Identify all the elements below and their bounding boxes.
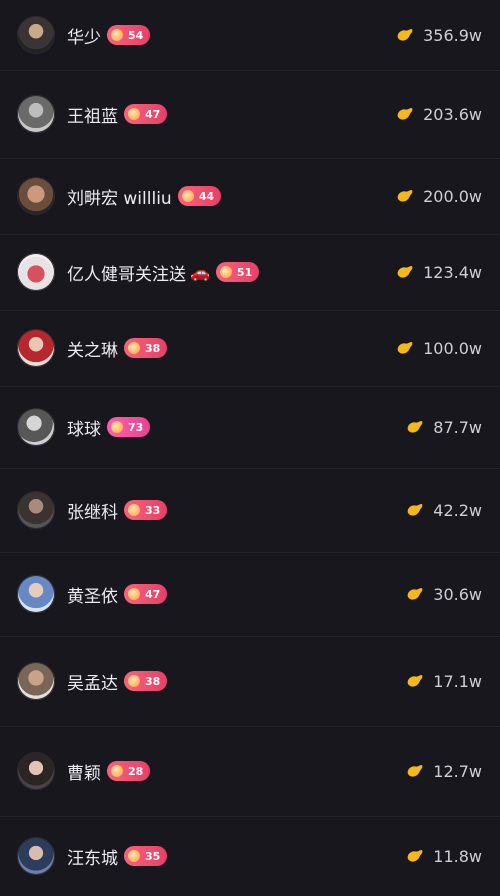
gift-amount: 200.0w — [393, 185, 482, 207]
bean-icon — [407, 420, 423, 433]
level-badge: 38 — [124, 338, 168, 358]
level-badge: 44 — [177, 186, 222, 206]
bean-icon — [407, 674, 423, 687]
flame-icon — [219, 266, 232, 278]
avatar[interactable] — [17, 837, 55, 875]
avatar[interactable] — [17, 491, 55, 529]
user-name: 曹颖 — [67, 763, 101, 784]
flame-icon — [111, 765, 123, 777]
avatar[interactable] — [17, 16, 55, 54]
avatar[interactable] — [17, 253, 55, 291]
list-item[interactable]: 张继科 33 42.2w — [0, 468, 500, 553]
flame-icon — [128, 850, 140, 862]
gift-amount: 87.7w — [403, 416, 482, 438]
avatar[interactable] — [17, 329, 55, 367]
avatar[interactable] — [17, 575, 55, 613]
avatar[interactable] — [17, 177, 55, 215]
bean-icon — [407, 764, 423, 777]
level-badge: 47 — [124, 584, 168, 604]
gift-amount: 17.1w — [403, 670, 482, 692]
bean-icon — [397, 265, 413, 278]
user-name: 王祖蓝 — [67, 106, 118, 127]
bean-icon — [407, 849, 423, 862]
list-item[interactable]: 刘畊宏 willliu 44 200.0w — [0, 158, 500, 235]
flame-icon — [111, 29, 123, 41]
level-badge: 33 — [124, 500, 168, 520]
user-name: 球球 — [67, 419, 101, 440]
flame-icon — [111, 421, 123, 433]
car-emoji-icon: 🚗 — [190, 262, 210, 282]
list-item[interactable]: 汪东城 35 11.8w — [0, 816, 500, 896]
gift-amount: 203.6w — [393, 103, 482, 125]
flame-icon — [181, 190, 194, 202]
list-item[interactable]: 球球 73 87.7w — [0, 386, 500, 469]
gift-amount: 42.2w — [403, 499, 482, 521]
avatar[interactable] — [17, 408, 55, 446]
gift-amount: 123.4w — [393, 261, 482, 283]
level-badge: 38 — [124, 671, 168, 691]
gift-amount: 11.8w — [403, 845, 482, 867]
user-name: 张继科 — [67, 502, 118, 523]
list-item[interactable]: 王祖蓝 47 203.6w — [0, 70, 500, 159]
list-item[interactable]: 亿人健哥关注送 🚗 51 123.4w — [0, 234, 500, 311]
level-badge: 51 — [215, 262, 260, 282]
level-badge: 73 — [107, 417, 151, 437]
flame-icon — [128, 588, 140, 600]
list-item[interactable]: 曹颖 28 12.7w — [0, 726, 500, 817]
level-badge: 28 — [107, 761, 151, 781]
gift-amount: 100.0w — [393, 337, 482, 359]
bean-icon — [407, 587, 423, 600]
list-item[interactable]: 吴孟达 38 17.1w — [0, 636, 500, 727]
level-badge: 35 — [124, 846, 168, 866]
avatar[interactable] — [17, 95, 55, 133]
bean-icon — [397, 341, 413, 354]
user-name: 华少 — [67, 27, 101, 48]
list-item[interactable]: 关之琳 38 100.0w — [0, 310, 500, 387]
user-name: 刘畊宏 willliu — [67, 188, 172, 209]
list-item[interactable]: 华少 54 356.9w — [0, 0, 500, 71]
gift-amount: 30.6w — [403, 583, 482, 605]
flame-icon — [128, 675, 140, 687]
user-name: 黄圣依 — [67, 586, 118, 607]
bean-icon — [397, 189, 413, 202]
bean-icon — [407, 503, 423, 516]
gift-amount: 356.9w — [393, 24, 482, 46]
flame-icon — [128, 504, 140, 516]
level-badge: 47 — [124, 104, 168, 124]
user-name: 吴孟达 — [67, 673, 118, 694]
bean-icon — [397, 107, 413, 120]
avatar[interactable] — [17, 752, 55, 790]
list-item[interactable]: 黄圣依 47 30.6w — [0, 552, 500, 637]
user-name: 关之琳 — [67, 340, 118, 361]
bean-icon — [397, 28, 413, 41]
avatar[interactable] — [17, 662, 55, 700]
user-name: 亿人健哥关注送 — [67, 264, 186, 285]
level-badge: 54 — [107, 25, 151, 45]
user-name: 汪东城 — [67, 848, 118, 869]
flame-icon — [128, 342, 140, 354]
flame-icon — [128, 108, 140, 120]
gift-ranking-list: 华少 54 356.9w 王祖蓝 47 203.6w 刘畊宏 willliu 4… — [0, 0, 500, 896]
gift-amount: 12.7w — [403, 760, 482, 782]
